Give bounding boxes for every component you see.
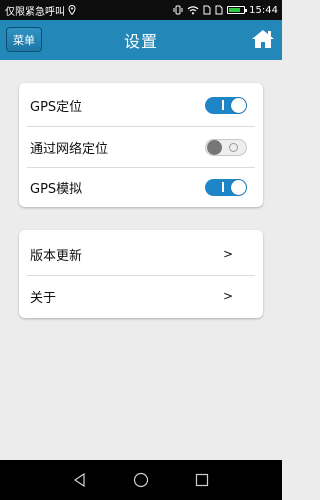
sim-icon: [215, 5, 223, 15]
home-circle-icon[interactable]: [131, 470, 151, 490]
app-header: 菜单 设置: [0, 20, 282, 60]
list-item-about[interactable]: 关于 >: [19, 276, 263, 316]
list-item-label: 关于: [30, 290, 57, 306]
status-right: 15:44: [173, 5, 278, 16]
status-bar: 仅限紧急呼叫 15:44: [0, 0, 282, 20]
list-item-label: 版本更新: [30, 248, 83, 264]
menu-button[interactable]: 菜单: [6, 27, 42, 52]
home-icon[interactable]: [251, 28, 275, 50]
setting-label: 通过网络定位: [30, 141, 109, 157]
back-icon[interactable]: [70, 470, 90, 490]
wifi-icon: [187, 5, 199, 15]
setting-gps-simulation[interactable]: GPS模拟: [19, 167, 263, 207]
setting-label: GPS模拟: [30, 181, 83, 197]
info-card: 版本更新 > 关于 >: [19, 230, 263, 318]
network-location-toggle[interactable]: [205, 138, 247, 156]
status-left: 仅限紧急呼叫: [5, 3, 173, 18]
settings-card: GPS定位 通过网络定位 GPS模拟: [19, 83, 263, 207]
setting-network-location[interactable]: 通过网络定位: [19, 127, 263, 167]
vibrate-icon: [173, 5, 183, 15]
location-icon: [68, 5, 76, 15]
gps-simulation-toggle[interactable]: [205, 178, 247, 196]
setting-gps-location[interactable]: GPS定位: [19, 85, 263, 125]
chevron-right-icon: >: [222, 247, 233, 261]
list-item-version-update[interactable]: 版本更新 >: [19, 234, 263, 274]
setting-label: GPS定位: [30, 99, 83, 115]
carrier-text: 仅限紧急呼叫: [5, 6, 65, 18]
recents-icon[interactable]: [192, 470, 212, 490]
system-nav-bar: [0, 460, 282, 500]
page-title: 设置: [123, 32, 158, 51]
battery-icon: [227, 6, 248, 14]
gps-location-toggle[interactable]: [205, 96, 247, 114]
status-time: 15:44: [249, 4, 278, 16]
chevron-right-icon: >: [222, 289, 233, 303]
sim-icon: [203, 5, 211, 15]
